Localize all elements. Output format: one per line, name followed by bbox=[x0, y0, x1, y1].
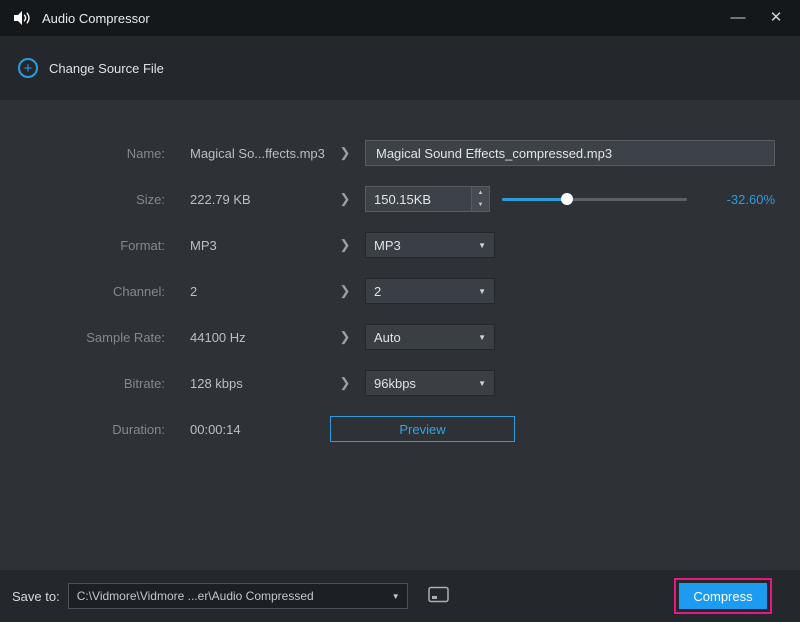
size-row: Size: 222.79 KB ❯ ▲ ▼ -32.60% bbox=[0, 176, 800, 222]
channel-dropdown-value: 2 bbox=[374, 283, 382, 299]
footer-bar: Save to: C:\Vidmore\Vidmore ...er\Audio … bbox=[0, 570, 800, 622]
name-source-value: Magical So...ffects.mp3 bbox=[190, 145, 325, 161]
plus-icon: + bbox=[18, 58, 38, 78]
size-control: ▲ ▼ -32.60% bbox=[365, 186, 800, 212]
highlight-annotation: Compress bbox=[674, 578, 772, 614]
format-dropdown[interactable]: MP3 ▼ bbox=[365, 232, 495, 258]
compress-button[interactable]: Compress bbox=[679, 583, 767, 609]
duration-source-value: 00:00:14 bbox=[190, 421, 241, 437]
chevron-down-icon: ▼ bbox=[478, 286, 486, 296]
change-source-file-label: Change Source File bbox=[49, 60, 164, 76]
name-control bbox=[365, 140, 800, 166]
save-path-value: C:\Vidmore\Vidmore ...er\Audio Compresse… bbox=[76, 589, 314, 603]
duration-row: Duration: 00:00:14 Preview bbox=[0, 406, 800, 452]
name-label: Name: bbox=[126, 145, 165, 161]
settings-panel: Name: Magical So...ffects.mp3 ❯ Size: 22… bbox=[0, 100, 800, 570]
bitrate-control: 96kbps ▼ bbox=[365, 370, 800, 396]
size-label: Size: bbox=[136, 191, 165, 207]
size-slider-track bbox=[502, 198, 687, 201]
save-to-label: Save to: bbox=[12, 588, 60, 604]
channel-row: Channel: 2 ❯ 2 ▼ bbox=[0, 268, 800, 314]
change-source-file-button[interactable]: + Change Source File bbox=[18, 58, 164, 78]
format-label: Format: bbox=[120, 237, 165, 253]
size-reduction-percent: -32.60% bbox=[726, 191, 775, 207]
size-spinner: ▲ ▼ bbox=[365, 186, 490, 212]
chevron-right-icon: ❯ bbox=[339, 329, 351, 344]
size-slider-fill bbox=[502, 198, 567, 201]
minimize-button[interactable]: — bbox=[728, 8, 748, 28]
format-control: MP3 ▼ bbox=[365, 232, 800, 258]
size-spinner-arrows: ▲ ▼ bbox=[471, 187, 489, 211]
sample-rate-control: Auto ▼ bbox=[365, 324, 800, 350]
channel-dropdown[interactable]: 2 ▼ bbox=[365, 278, 495, 304]
chevron-down-icon: ▼ bbox=[478, 378, 486, 388]
chevron-right-icon: ❯ bbox=[339, 375, 351, 390]
size-slider-handle[interactable] bbox=[560, 193, 573, 205]
sample-rate-label: Sample Rate: bbox=[86, 329, 165, 345]
window-controls: — ✕ bbox=[728, 8, 786, 28]
chevron-down-icon: ▼ bbox=[478, 332, 486, 342]
channel-control: 2 ▼ bbox=[365, 278, 800, 304]
save-path-field[interactable]: C:\Vidmore\Vidmore ...er\Audio Compresse… bbox=[67, 583, 408, 609]
bitrate-source-value: 128 kbps bbox=[190, 375, 243, 391]
browse-folder-button[interactable] bbox=[424, 583, 454, 609]
chevron-right-icon: ❯ bbox=[339, 145, 351, 160]
size-source-value: 222.79 KB bbox=[190, 191, 251, 207]
chevron-right-icon: ❯ bbox=[339, 237, 351, 252]
size-increase-button[interactable]: ▲ bbox=[472, 187, 489, 199]
format-row: Format: MP3 ❯ MP3 ▼ bbox=[0, 222, 800, 268]
chevron-right-icon: ❯ bbox=[339, 283, 351, 298]
size-slider[interactable] bbox=[502, 192, 687, 206]
header-bar: + Change Source File bbox=[0, 36, 800, 100]
speaker-icon bbox=[14, 11, 32, 25]
duration-label: Duration: bbox=[112, 421, 165, 437]
chevron-down-icon: ▼ bbox=[478, 240, 486, 250]
format-source-value: MP3 bbox=[190, 237, 217, 253]
size-decrease-button[interactable]: ▼ bbox=[472, 199, 489, 211]
close-button[interactable]: ✕ bbox=[766, 8, 786, 28]
sample-rate-row: Sample Rate: 44100 Hz ❯ Auto ▼ bbox=[0, 314, 800, 360]
bitrate-dropdown-value: 96kbps bbox=[374, 375, 416, 391]
bitrate-row: Bitrate: 128 kbps ❯ 96kbps ▼ bbox=[0, 360, 800, 406]
folder-icon bbox=[428, 586, 449, 606]
sample-rate-dropdown-value: Auto bbox=[374, 329, 401, 345]
sample-rate-source-value: 44100 Hz bbox=[190, 329, 246, 345]
chevron-right-icon: ❯ bbox=[339, 191, 351, 206]
bitrate-label: Bitrate: bbox=[123, 375, 165, 391]
save-path-dropdown-button[interactable]: ▼ bbox=[385, 584, 407, 608]
name-row: Name: Magical So...ffects.mp3 ❯ bbox=[0, 130, 800, 176]
output-name-input[interactable] bbox=[365, 140, 775, 166]
titlebar: Audio Compressor — ✕ bbox=[0, 0, 800, 36]
format-dropdown-value: MP3 bbox=[374, 237, 401, 253]
window-title: Audio Compressor bbox=[42, 10, 150, 26]
channel-label: Channel: bbox=[112, 283, 165, 299]
channel-source-value: 2 bbox=[190, 283, 198, 299]
preview-button[interactable]: Preview bbox=[330, 416, 515, 442]
bitrate-dropdown[interactable]: 96kbps ▼ bbox=[365, 370, 495, 396]
audio-compressor-window: Audio Compressor — ✕ + Change Source Fil… bbox=[0, 0, 800, 622]
sample-rate-dropdown[interactable]: Auto ▼ bbox=[365, 324, 495, 350]
size-input[interactable] bbox=[366, 187, 471, 211]
